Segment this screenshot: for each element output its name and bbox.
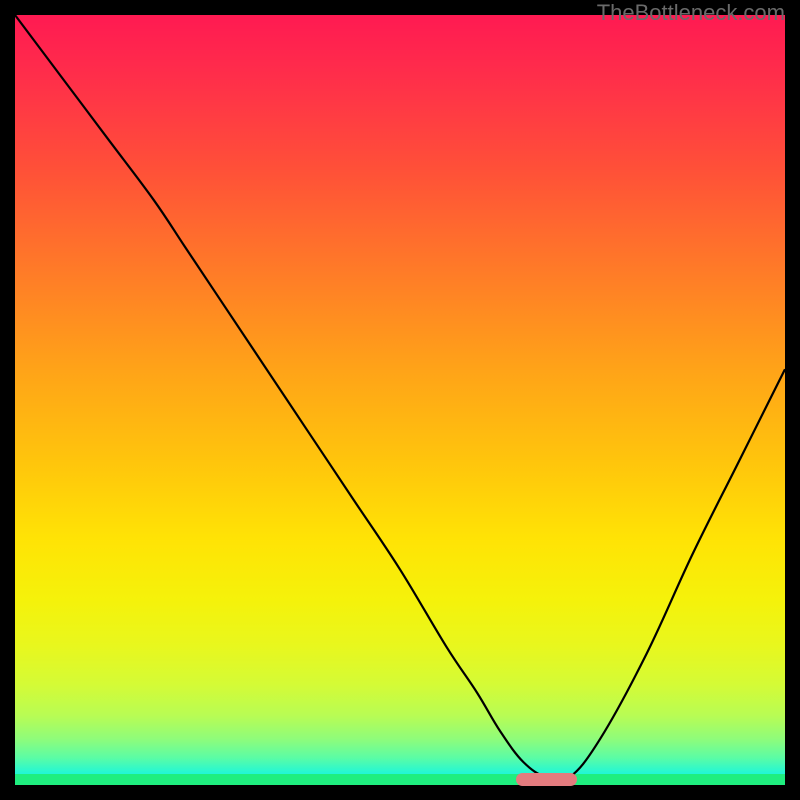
optimal-range-marker <box>516 773 578 786</box>
chart-container: TheBottleneck.com <box>0 0 800 800</box>
watermark-text: TheBottleneck.com <box>597 0 785 26</box>
bottleneck-curve <box>15 15 785 785</box>
